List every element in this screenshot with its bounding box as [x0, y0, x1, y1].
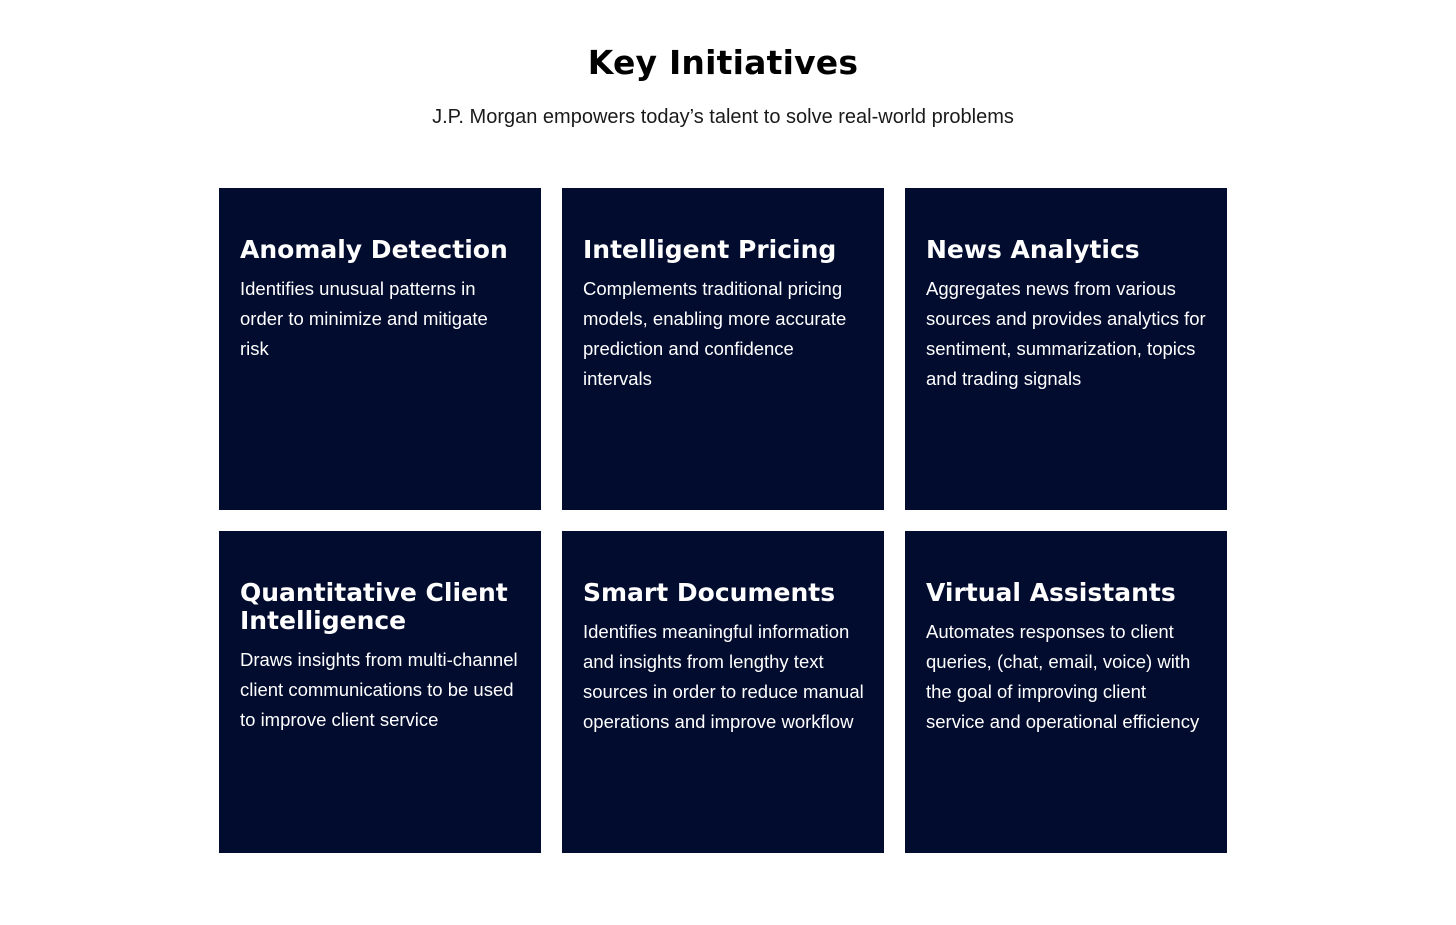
- page-subtitle: J.P. Morgan empowers today’s talent to s…: [432, 106, 1014, 128]
- initiative-title: Quantitative Client Intelligence: [240, 578, 508, 635]
- initiative-card-quantitative-client-intelligence[interactable]: Quantitative Client Intelligence Draws i…: [219, 531, 541, 853]
- initiative-title: Intelligent Pricing: [583, 235, 837, 264]
- initiative-description: Aggregates news from various sources and…: [926, 278, 1206, 389]
- initiative-card-intelligent-pricing[interactable]: Intelligent Pricing Complements traditio…: [562, 188, 884, 510]
- initiative-description: Complements traditional pricing models, …: [583, 278, 847, 389]
- initiative-card-virtual-assistants[interactable]: Virtual Assistants Automates responses t…: [905, 531, 1227, 853]
- initiative-description: Draws insights from multi-channel client…: [240, 649, 518, 730]
- page-title: Key Initiatives: [587, 43, 859, 82]
- initiative-title: Virtual Assistants: [926, 578, 1176, 607]
- initiative-card-news-analytics[interactable]: News Analytics Aggregates news from vari…: [905, 188, 1227, 510]
- initiative-description: Identifies meaningful information and in…: [583, 621, 864, 732]
- initiative-description: Automates responses to client queries, (…: [926, 621, 1200, 732]
- initiatives-grid: Anomaly Detection Identifies unusual pat…: [219, 188, 1227, 853]
- initiative-description: Identifies unusual patterns in order to …: [240, 278, 488, 359]
- initiative-card-smart-documents[interactable]: Smart Documents Identifies meaningful in…: [562, 531, 884, 853]
- initiative-title: News Analytics: [926, 235, 1140, 264]
- initiative-title: Anomaly Detection: [240, 235, 508, 264]
- initiative-card-anomaly-detection[interactable]: Anomaly Detection Identifies unusual pat…: [219, 188, 541, 510]
- initiative-title: Smart Documents: [583, 578, 836, 607]
